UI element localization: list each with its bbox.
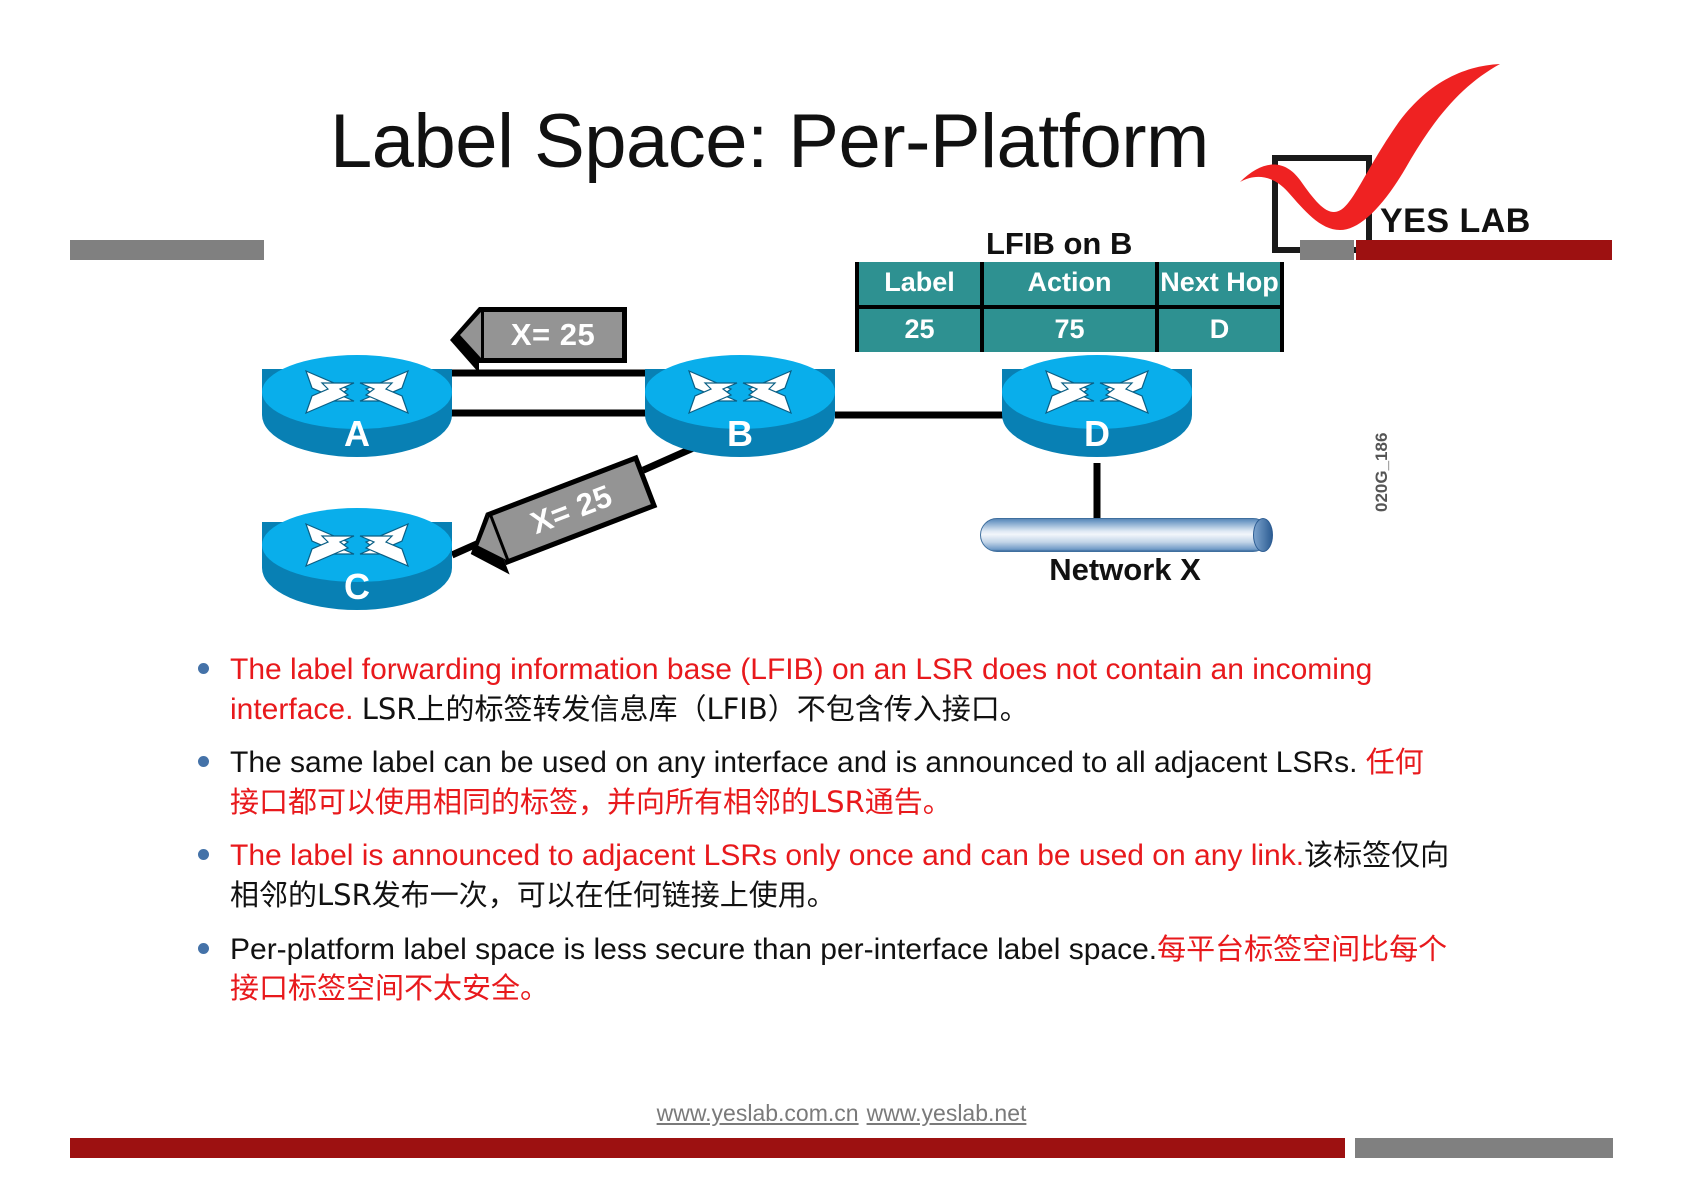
bullet-3-en: The label is announced to adjacent LSRs …: [230, 839, 1305, 873]
network-links: [450, 369, 1101, 559]
bullet-4-en: Per-platform label space is less secure …: [230, 932, 1158, 966]
router-label: B: [727, 413, 753, 454]
footer-links: www.yeslab.com.cn www.yeslab.net: [0, 1100, 1683, 1127]
page-title: Label Space: Per-Platform: [330, 99, 1209, 184]
router-d[interactable]: D: [1002, 355, 1192, 465]
bullet-dot-icon: [198, 756, 209, 768]
footer-link-com-cn[interactable]: www.yeslab.com.cn: [657, 1100, 859, 1126]
bullet-2-en: The same label can be used on any interf…: [230, 746, 1366, 780]
router-a[interactable]: A: [262, 355, 452, 465]
bullet-dot-icon: [198, 663, 209, 674]
list-item: The label is announced to adjacent LSRs …: [190, 836, 1450, 915]
bullet-dot-icon: [198, 849, 209, 861]
decor-bar-grey-left: [70, 240, 264, 260]
network-bus-cap: [1253, 518, 1273, 552]
logo-text: YES LAB: [1380, 202, 1531, 240]
network-label: Network X: [1049, 552, 1201, 587]
router-label: A: [344, 413, 370, 454]
router-label: C: [344, 566, 370, 607]
lfib-table-caption: LFIB on B: [986, 226, 1133, 261]
slide-code: 020G_186: [1372, 432, 1391, 512]
decor-bar-grey-bottom: [1355, 1138, 1613, 1158]
bullet-1-cn: LSR上的标签转发信息库（LFIB）不包含传入接口。: [361, 691, 1029, 726]
decor-bar-red-bottom: [70, 1138, 1345, 1158]
footer-link-net[interactable]: www.yeslab.net: [867, 1100, 1027, 1126]
list-item: The label forwarding information base (L…: [190, 650, 1450, 729]
network-bus: [980, 518, 1270, 552]
router-c[interactable]: C: [262, 508, 452, 618]
slide-canvas: Label Space: Per-Platform YES LAB LFIB o…: [0, 0, 1683, 1190]
bullet-list: The label forwarding information base (L…: [190, 650, 1450, 1023]
decor-bar-grey-right: [1300, 240, 1354, 260]
yeslab-logo: YES LAB: [1232, 62, 1532, 253]
bullet-dot-icon: [198, 942, 209, 954]
list-item: Per-platform label space is less secure …: [190, 930, 1450, 1009]
router-b[interactable]: B: [645, 355, 835, 465]
list-item: The same label can be used on any interf…: [190, 743, 1450, 822]
decor-bar-red-right: [1356, 240, 1612, 260]
label-banner-a: X= 25: [450, 307, 627, 373]
router-label: D: [1084, 413, 1110, 454]
